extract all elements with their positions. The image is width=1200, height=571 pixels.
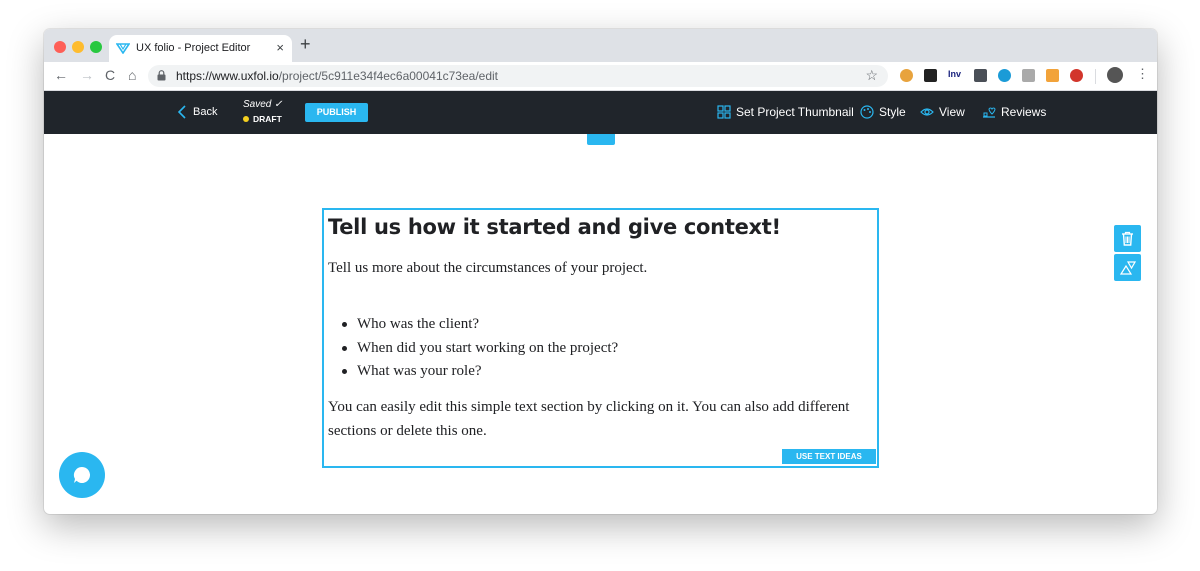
toolbar-divider xyxy=(1095,69,1096,84)
draft-dot xyxy=(243,116,249,122)
style-label: Style xyxy=(879,105,906,119)
list-item[interactable]: Who was the client? xyxy=(342,313,618,337)
thumbnail-grid-icon xyxy=(717,105,731,119)
maximize-window-button[interactable] xyxy=(90,41,102,53)
add-section-handle[interactable] xyxy=(587,134,615,145)
reload-icon[interactable]: C xyxy=(105,67,115,83)
close-window-button[interactable] xyxy=(54,41,66,53)
view-button[interactable]: View xyxy=(920,105,965,119)
url-domain: https://www.uxfol.io xyxy=(176,69,279,83)
address-bar[interactable]: https://www.uxfol.io/project/5c911e34f4e… xyxy=(148,65,888,87)
new-tab-button[interactable]: + xyxy=(300,34,311,55)
uxfolio-favicon-icon xyxy=(116,43,130,54)
browser-menu-icon[interactable]: ⋮ xyxy=(1136,66,1149,82)
pointer-extension-icon[interactable] xyxy=(924,69,937,82)
list-item[interactable]: What was your role? xyxy=(342,360,618,384)
browser-toolbar: ← → C ⌂ https://www.uxfol.io/project/5c9… xyxy=(44,62,1157,91)
forward-arrow-icon[interactable]: → xyxy=(80,67,94,83)
shapes-icon xyxy=(1119,261,1136,275)
circle-extension-icon[interactable] xyxy=(998,69,1011,82)
trash-icon xyxy=(1122,231,1133,246)
section-bullet-list: Who was the client? When did you start w… xyxy=(342,313,618,384)
url-path: /project/5c911e34f4ec6a00041c73ea/edit xyxy=(278,69,499,83)
reviews-button[interactable]: Reviews xyxy=(982,105,1046,119)
chat-icon xyxy=(73,466,91,483)
fox-extension-icon[interactable] xyxy=(1046,69,1059,82)
home-icon[interactable]: ⌂ xyxy=(128,67,136,83)
red-extension-icon[interactable] xyxy=(1070,69,1083,82)
text-section-editor[interactable]: Tell us how it started and give context!… xyxy=(322,208,879,468)
browser-window: UX folio - Project Editor × + ← → C ⌂ ht… xyxy=(44,29,1157,514)
star-icon[interactable]: ☆ xyxy=(865,67,878,84)
set-thumbnail-label: Set Project Thumbnail xyxy=(736,105,854,119)
reviews-icon xyxy=(983,107,996,118)
back-arrow-icon[interactable]: ← xyxy=(54,67,68,83)
use-text-ideas-button[interactable]: USE TEXT IDEAS xyxy=(782,449,876,464)
section-intro[interactable]: Tell us more about the circumstances of … xyxy=(328,260,647,277)
section-style-button[interactable] xyxy=(1114,254,1141,281)
saved-status: Saved ✓ xyxy=(243,99,283,110)
minimize-window-button[interactable] xyxy=(72,41,84,53)
set-thumbnail-button[interactable]: Set Project Thumbnail xyxy=(717,105,854,119)
tab-title: UX folio - Project Editor xyxy=(136,42,251,54)
list-item[interactable]: When did you start working on the projec… xyxy=(342,337,618,361)
section-title[interactable]: Tell us how it started and give context! xyxy=(328,215,781,239)
tab-close-icon[interactable]: × xyxy=(276,40,284,55)
style-button[interactable]: Style xyxy=(860,105,906,119)
back-chevron-icon xyxy=(177,105,186,119)
section-body[interactable]: You can easily edit this simple text sec… xyxy=(328,395,873,443)
back-label: Back xyxy=(193,106,218,118)
chat-launcher-button[interactable] xyxy=(59,452,105,498)
draft-label: DRAFT xyxy=(253,114,282,124)
reviews-label: Reviews xyxy=(1001,105,1047,119)
publish-button[interactable]: PUBLISH xyxy=(305,103,368,122)
view-label: View xyxy=(939,105,965,119)
eye-icon xyxy=(920,108,934,116)
url-text: https://www.uxfol.io/project/5c911e34f4e… xyxy=(176,69,498,83)
tab-strip: UX folio - Project Editor × + xyxy=(44,29,1157,62)
draft-status: DRAFT xyxy=(243,114,282,124)
browser-tab[interactable]: UX folio - Project Editor × xyxy=(109,35,292,62)
camera-extension-icon[interactable] xyxy=(1022,69,1035,82)
java-extension-icon[interactable] xyxy=(900,69,913,82)
shield-extension-icon[interactable] xyxy=(974,69,987,82)
back-button[interactable]: Back xyxy=(177,105,217,119)
inv-extension-icon[interactable]: Inv xyxy=(948,69,961,79)
delete-section-button[interactable] xyxy=(1114,225,1141,252)
palette-icon xyxy=(860,105,874,119)
editor-header: Back Saved ✓ DRAFT PUBLISH Set Project T… xyxy=(44,91,1157,134)
profile-avatar[interactable] xyxy=(1107,67,1123,83)
lock-icon xyxy=(157,70,166,81)
